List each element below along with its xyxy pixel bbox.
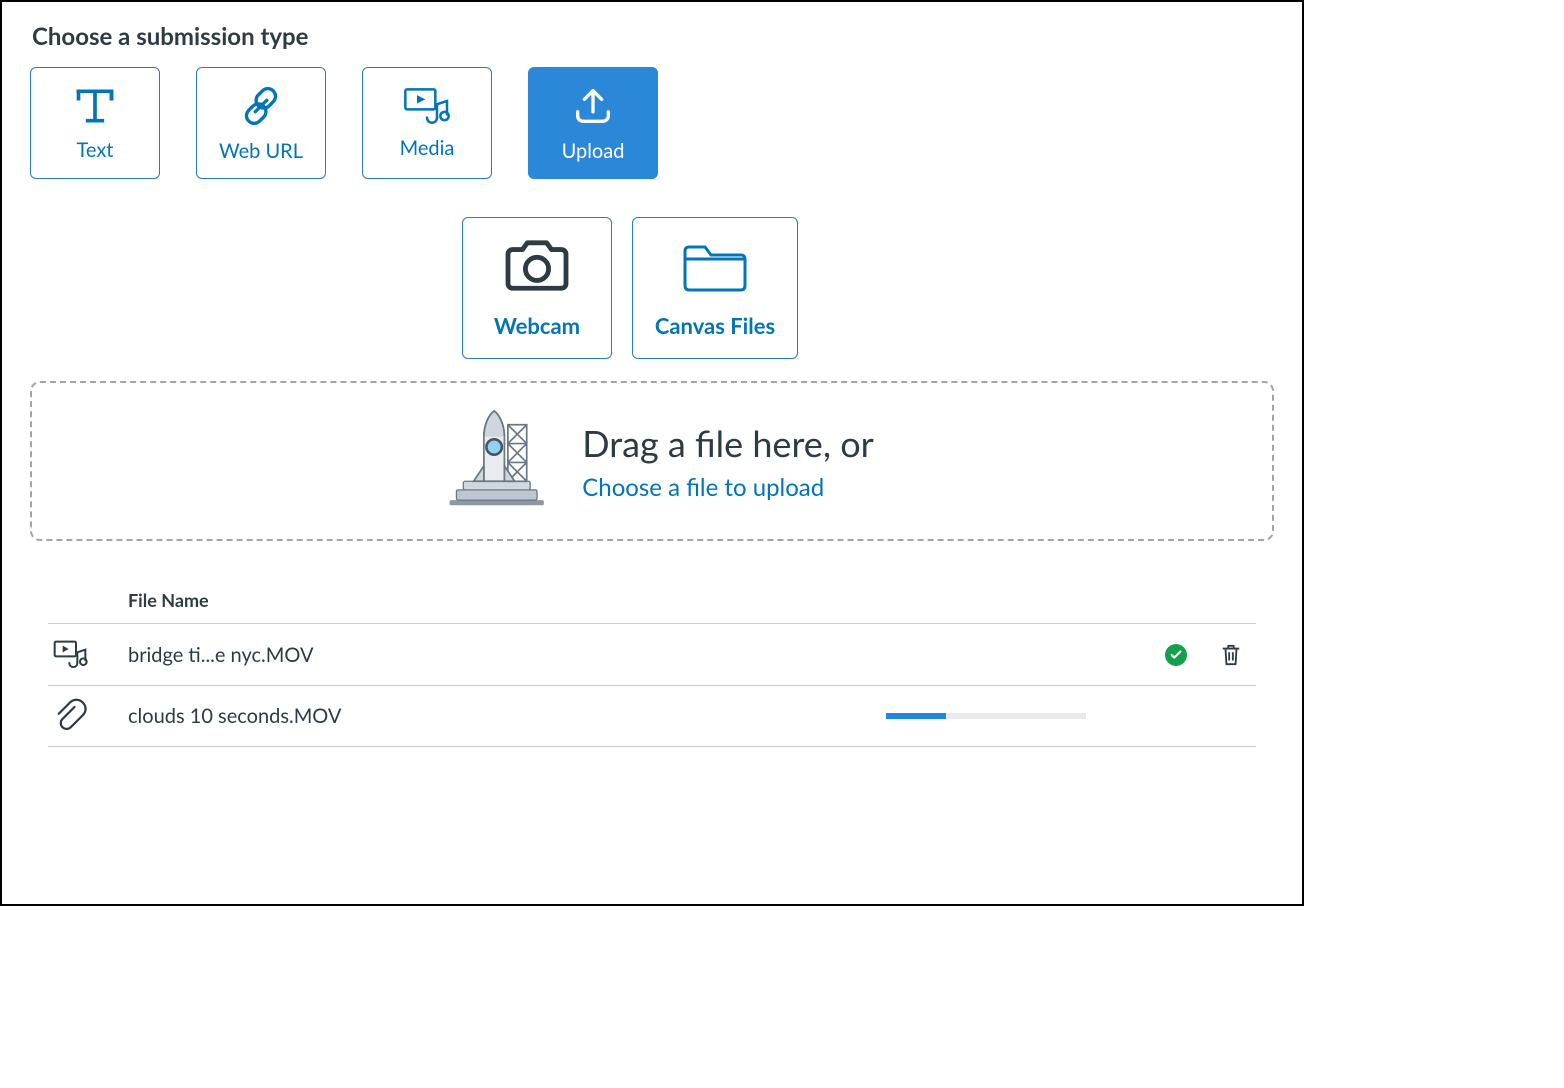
section-title: Choose a submission type	[32, 22, 1274, 51]
upload-icon	[570, 83, 616, 129]
upload-source-files-label: Canvas Files	[655, 312, 775, 339]
media-icon	[402, 86, 452, 126]
upload-progress	[826, 713, 1146, 719]
media-file-icon	[48, 638, 128, 672]
camera-icon	[502, 237, 572, 300]
folder-icon	[679, 237, 751, 300]
file-table: File Name bridge ti...e nyc.MOV	[48, 583, 1256, 747]
upload-source-webcam[interactable]: Webcam	[462, 217, 612, 359]
upload-success-icon	[1165, 644, 1187, 666]
text-icon	[73, 84, 117, 128]
table-row: clouds 10 seconds.MOV	[48, 685, 1256, 747]
rocket-icon	[430, 399, 560, 523]
type-label-upload: Upload	[562, 139, 625, 163]
upload-source-webcam-label: Webcam	[494, 312, 580, 339]
link-icon	[238, 83, 284, 129]
upload-source-canvas-files[interactable]: Canvas Files	[632, 217, 798, 359]
type-card-upload[interactable]: Upload	[528, 67, 658, 179]
attachment-icon	[48, 698, 128, 734]
choose-file-link[interactable]: Choose a file to upload	[582, 473, 873, 502]
upload-source-row: Webcam Canvas Files	[462, 217, 1274, 359]
file-dropzone[interactable]: Drag a file here, or Choose a file to up…	[30, 381, 1274, 541]
type-card-weburl[interactable]: Web URL	[196, 67, 326, 179]
file-table-header: File Name	[48, 583, 1256, 623]
type-label-text: Text	[77, 138, 114, 162]
delete-file-button[interactable]	[1206, 643, 1256, 667]
dropzone-text: Drag a file here, or Choose a file to up…	[582, 421, 873, 502]
type-label-media: Media	[400, 136, 455, 160]
dropzone-title: Drag a file here, or	[582, 421, 873, 465]
upload-progress-fill	[886, 713, 946, 719]
type-label-weburl: Web URL	[219, 139, 303, 163]
file-name: clouds 10 seconds.MOV	[128, 704, 826, 728]
type-card-media[interactable]: Media	[362, 67, 492, 179]
submission-panel: Choose a submission type Text Web URL	[0, 0, 1304, 906]
file-name: bridge ti...e nyc.MOV	[128, 643, 826, 667]
type-card-text[interactable]: Text	[30, 67, 160, 179]
table-row: bridge ti...e nyc.MOV	[48, 623, 1256, 685]
submission-type-row: Text Web URL M	[30, 67, 1274, 179]
column-header-filename: File Name	[128, 589, 826, 611]
